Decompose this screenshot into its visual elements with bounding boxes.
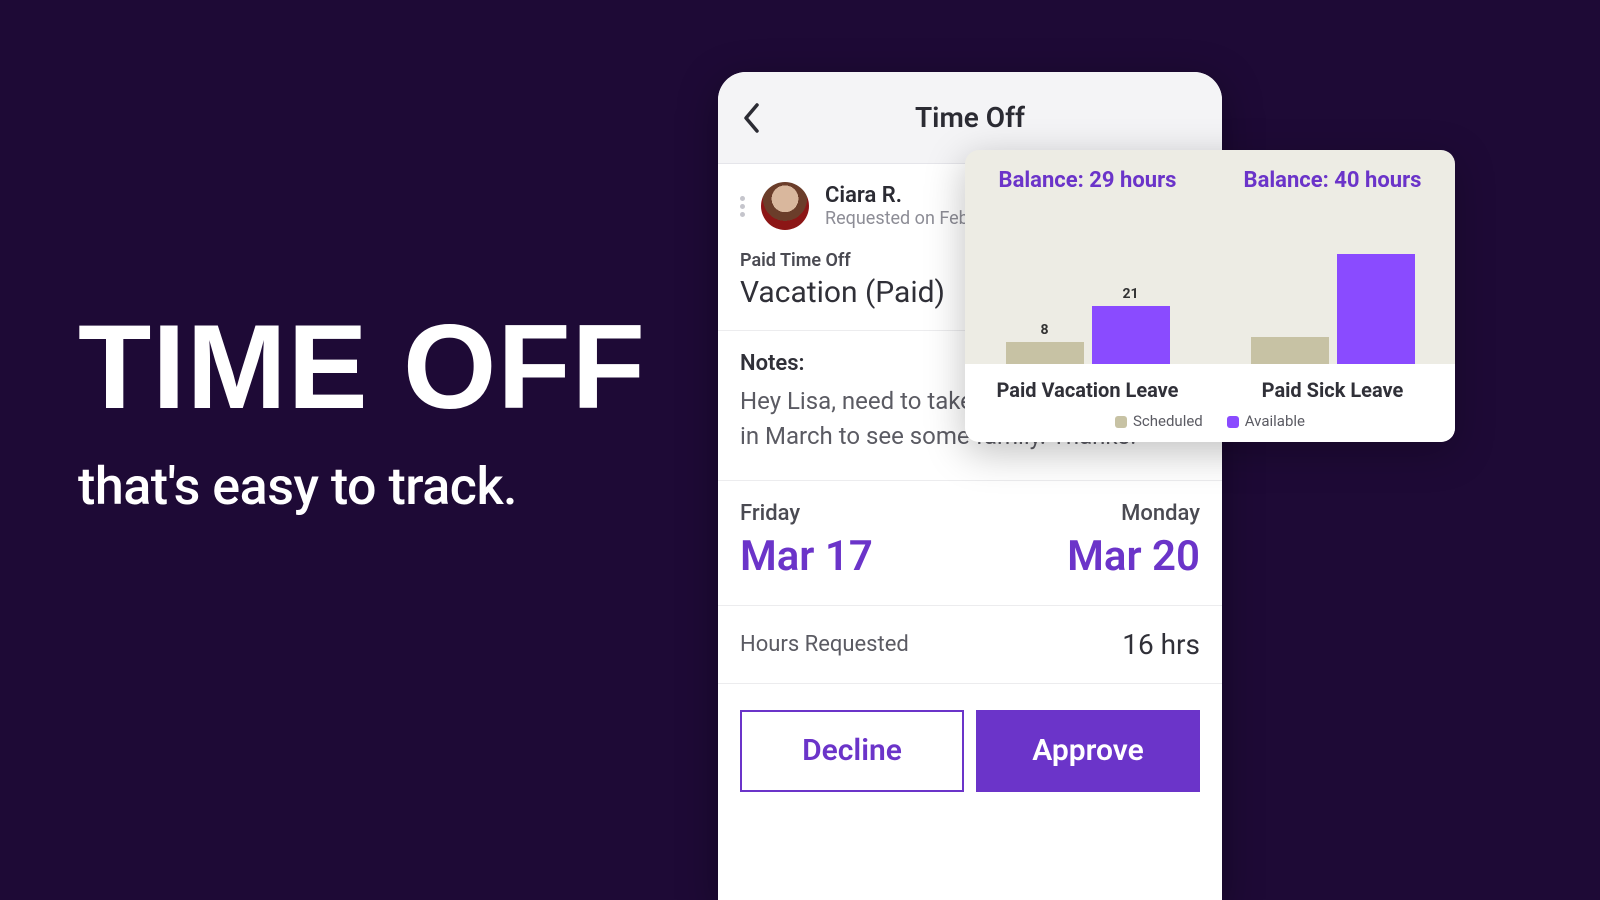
balance-name-0: Paid Vacation Leave: [965, 378, 1210, 402]
requester-name: Ciara R.: [825, 183, 985, 208]
hours-value: 16 hrs: [1122, 628, 1200, 661]
balance-name-1: Paid Sick Leave: [1210, 378, 1455, 402]
hours-label: Hours Requested: [740, 632, 909, 657]
back-icon[interactable]: [742, 102, 762, 138]
end-date-col: Monday Mar 20: [1067, 501, 1200, 581]
balance-card: Balance: 29 hours 8 21 Balance: 40 hours…: [965, 150, 1455, 442]
bars-sick: [1210, 254, 1455, 364]
approve-button[interactable]: Approve: [976, 710, 1200, 792]
action-buttons: Decline Approve: [718, 684, 1222, 792]
balance-col-sick: Balance: 40 hours: [1210, 150, 1455, 364]
start-date-col: Friday Mar 17: [740, 501, 873, 581]
card-title: Time Off: [915, 101, 1025, 134]
legend-scheduled: Scheduled: [1115, 412, 1203, 430]
hero-tagline: that's easy to track.: [78, 456, 646, 517]
more-icon[interactable]: [740, 196, 745, 217]
avatar: [761, 182, 809, 230]
start-date: Mar 17: [740, 532, 873, 581]
balance-title-0: Balance: 29 hours: [999, 168, 1177, 194]
bars-vacation: 8 21: [965, 254, 1210, 364]
hero-title: TIME OFF: [78, 310, 646, 424]
balance-col-vacation: Balance: 29 hours 8 21: [965, 150, 1210, 364]
bar-sick-scheduled: [1251, 337, 1329, 365]
end-date: Mar 20: [1067, 532, 1200, 581]
requested-on: Requested on Febru: [825, 208, 985, 229]
balance-chart-area: Balance: 29 hours 8 21 Balance: 40 hours: [965, 150, 1455, 364]
bar-sick-available: [1337, 254, 1415, 364]
bar-vac-scheduled: 8: [1006, 342, 1084, 364]
balance-title-1: Balance: 40 hours: [1244, 168, 1422, 194]
date-range: Friday Mar 17 Monday Mar 20: [718, 481, 1222, 606]
end-dow: Monday: [1067, 501, 1200, 526]
legend-available: Available: [1227, 412, 1305, 430]
decline-button[interactable]: Decline: [740, 710, 964, 792]
balance-footer: Paid Vacation Leave Paid Sick Leave Sche…: [965, 364, 1455, 442]
balance-legend: Scheduled Available: [965, 412, 1455, 430]
hero-copy: TIME OFF that's easy to track.: [78, 310, 646, 517]
start-dow: Friday: [740, 501, 873, 526]
hours-row: Hours Requested 16 hrs: [718, 606, 1222, 684]
bar-vac-available: 21: [1092, 306, 1170, 364]
